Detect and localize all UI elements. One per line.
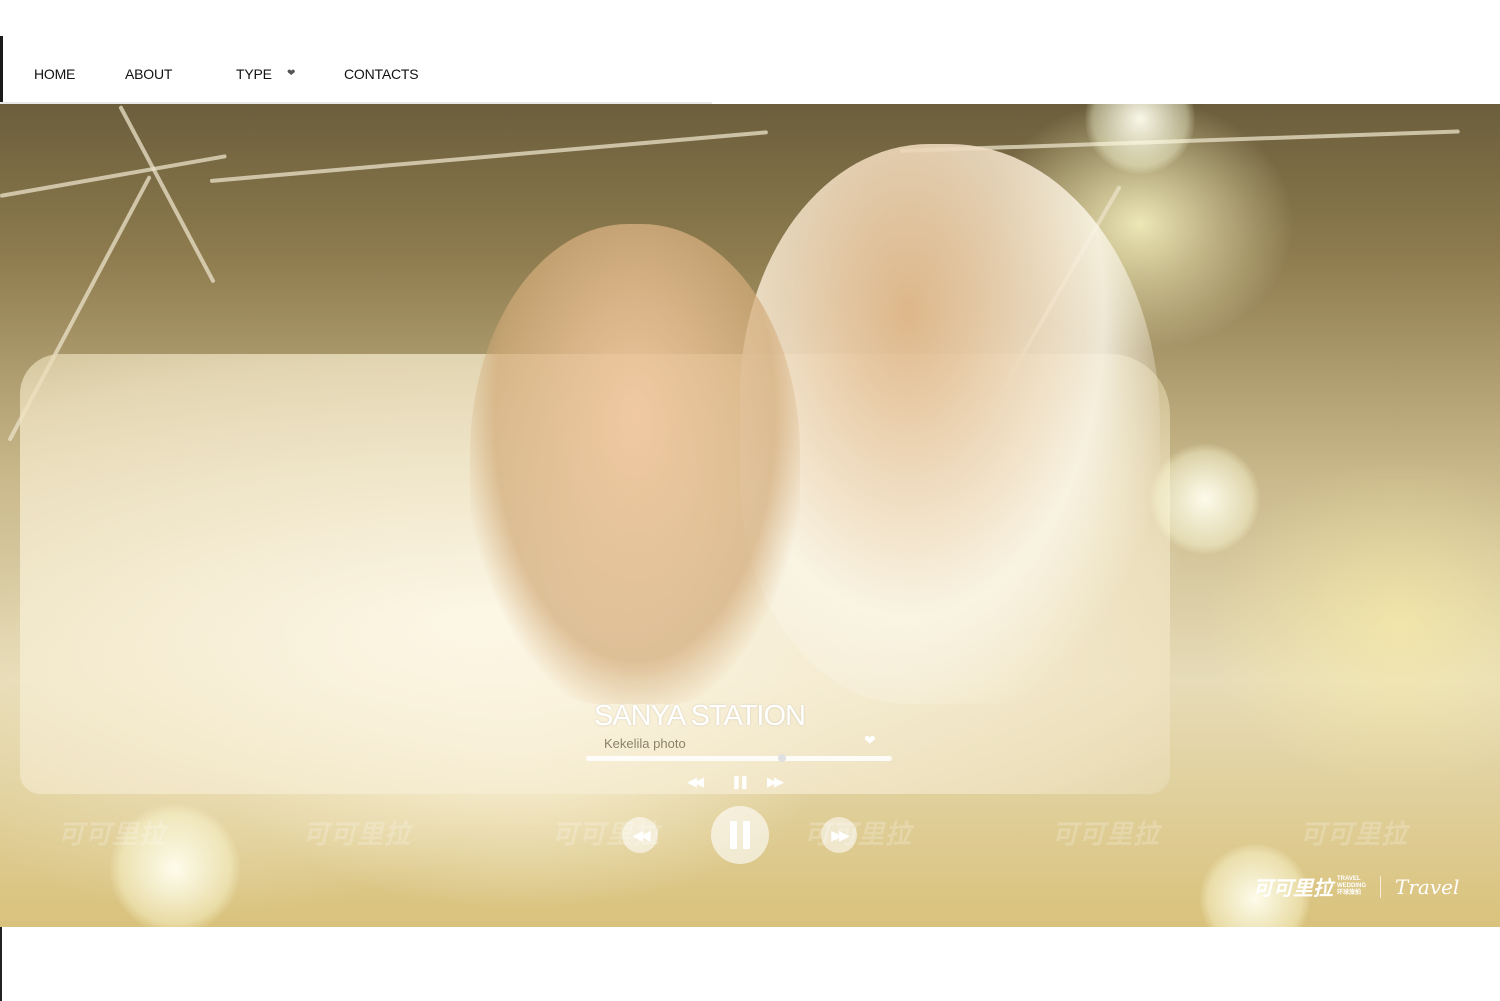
progress-bar[interactable] (586, 756, 892, 761)
left-edge-line (0, 36, 3, 104)
nav-contacts[interactable]: CONTACTS (344, 66, 419, 82)
pause-small-icon[interactable]: ❚❚ (731, 774, 750, 790)
watermark-text: 可可里拉 (58, 820, 167, 850)
type-dropdown-icon[interactable]: ❤ (287, 68, 295, 79)
dome-frame-line (118, 105, 216, 284)
brand-chinese-name: 可可里拉 (1253, 876, 1333, 900)
groom-figure (740, 144, 1160, 704)
top-navigation-bar: HOME ABOUT TYPE ❤ CONTACTS (0, 0, 1500, 104)
nav-type[interactable]: TYPE (236, 66, 272, 82)
tagline-wedding: WEDDING (1337, 883, 1366, 889)
bokeh-light (1085, 104, 1195, 174)
progress-knob[interactable] (777, 754, 786, 762)
watermark-text: 可可里拉 (1052, 820, 1161, 850)
brand-tagline: TRAVEL WEDDING 环球旅拍 (1337, 876, 1366, 897)
bride-figure (470, 224, 800, 704)
pause-icon-bar (730, 821, 737, 849)
nav-home[interactable]: HOME (34, 66, 75, 82)
left-edge-line-bottom (0, 927, 2, 1001)
dome-frame-line (0, 154, 227, 198)
travel-logo: Travel (1395, 874, 1460, 899)
watermark-text: 可可里拉 (303, 820, 412, 850)
brand-divider (1380, 875, 1381, 898)
hero-photo (0, 104, 1500, 927)
watermark-text: 可可里拉 (1300, 820, 1409, 850)
pause-button[interactable] (711, 806, 769, 864)
track-artist: Kekelila photo (604, 736, 686, 751)
favorite-heart-icon[interactable]: ❤ (864, 732, 876, 749)
dome-frame-line (209, 130, 769, 183)
track-title: SANYA STATION (594, 700, 806, 732)
brand-logo: 可可里拉 TRAVEL WEDDING 环球旅拍 Travel (1253, 872, 1459, 901)
previous-icon: ◀◀ (632, 826, 650, 843)
next-button[interactable]: ▶▶ (821, 817, 857, 853)
pause-icon-bar (743, 821, 750, 849)
tagline-cn: 环球旅拍 (1337, 890, 1362, 896)
forward-small-icon[interactable]: ▶▶ (767, 774, 784, 790)
next-icon: ▶▶ (831, 826, 849, 843)
bokeh-light (1150, 444, 1260, 554)
tagline-travel: TRAVEL (1337, 876, 1361, 882)
previous-button[interactable]: ◀◀ (622, 817, 658, 853)
rewind-small-icon[interactable]: ◀◀ (687, 774, 704, 790)
nav-about[interactable]: ABOUT (125, 66, 172, 82)
